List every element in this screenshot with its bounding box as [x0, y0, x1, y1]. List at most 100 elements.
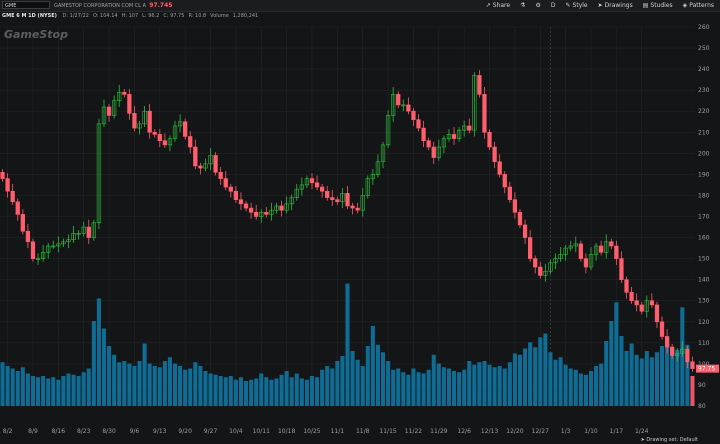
volume-bar — [335, 361, 340, 406]
volume-bar — [137, 361, 142, 406]
chart-app: GME GAMESTOP CORPORATION COM CL A 97.745… — [0, 0, 720, 444]
infobar-item: C: 97.75 — [163, 13, 185, 19]
volume-bar — [421, 373, 426, 406]
infobar-item: L: 96.2 — [142, 13, 160, 19]
y-tick-label: 240 — [698, 66, 710, 73]
candle — [670, 346, 675, 356]
volume-bar — [558, 357, 563, 406]
volume-bar — [152, 366, 157, 406]
volume-bar — [132, 366, 137, 406]
volume-bar — [36, 377, 41, 406]
infobar-item: 1,280,241 — [232, 13, 259, 19]
x-tick-label: 9/20 — [178, 428, 192, 435]
x-tick-label: 12/6 — [457, 428, 471, 435]
candle — [538, 266, 543, 276]
candle — [325, 190, 330, 198]
chart-infobar: GME 6 M 1D (NYSE) D: 1/27/22 O: 104.14 H: … — [0, 12, 720, 21]
volume-bar — [507, 362, 512, 406]
volume-bar — [188, 368, 193, 406]
volume-bar — [553, 359, 558, 406]
infobar-item: O: 104.14 — [92, 13, 118, 19]
x-tick-label: 11/22 — [405, 428, 422, 435]
candle — [243, 203, 249, 209]
volume-bar — [46, 378, 51, 406]
share-button[interactable]: ↗ Share — [482, 0, 514, 11]
volume-bar — [659, 346, 665, 406]
volume-bar — [284, 371, 289, 406]
volume-bar — [91, 321, 96, 406]
candle — [198, 165, 203, 169]
drawing-set-status[interactable]: ➤ Drawing set: Default — [641, 437, 698, 443]
candle — [238, 199, 244, 205]
volume-bar — [563, 364, 568, 406]
volume-bar — [259, 373, 264, 406]
x-tick-label: 12/27 — [532, 428, 549, 435]
chart-svg[interactable]: 260 250 240 230 220 210 200 190 180 170 160 150 140 1… — [0, 21, 720, 444]
y-tick-label: 130 — [698, 298, 710, 305]
volume-bar — [208, 373, 213, 406]
volume-bar — [61, 376, 66, 406]
candle — [624, 279, 629, 293]
candle — [254, 211, 259, 217]
candle — [685, 348, 690, 363]
x-tick-label: 9/6 — [130, 428, 140, 435]
volume-bar — [360, 366, 365, 406]
studies-button[interactable]: ▤ Studies — [639, 0, 677, 11]
volume-bar — [380, 352, 386, 406]
candle — [609, 241, 614, 247]
volume-bar — [523, 348, 528, 406]
volume-bar — [649, 357, 654, 406]
flask-icon: ⚗ — [520, 2, 526, 9]
button-label: Patterns — [689, 2, 714, 9]
candle — [152, 131, 157, 135]
volume-bar — [624, 351, 629, 406]
drawings-button[interactable]: ➤ Drawings — [594, 0, 637, 11]
candle — [127, 94, 132, 114]
volume-bar — [254, 378, 259, 406]
volume-bar — [416, 372, 421, 406]
style-button[interactable]: ✎ Style — [562, 0, 592, 11]
volume-bar — [218, 376, 223, 406]
volume-bar — [274, 378, 279, 406]
button-label: D — [550, 2, 556, 9]
d-button[interactable]: D — [547, 0, 560, 11]
volume-bar — [512, 353, 517, 406]
volume-bar — [107, 346, 112, 406]
candle — [659, 321, 665, 337]
volume-bar — [401, 372, 406, 406]
volume-bar — [355, 359, 360, 406]
candle — [599, 245, 604, 253]
volume-bar — [233, 379, 238, 406]
flask-button[interactable]: ⚗ — [516, 0, 529, 11]
volume-bar — [25, 373, 30, 406]
candle — [0, 171, 5, 179]
candle — [30, 241, 36, 259]
volume-bar — [431, 354, 436, 406]
gear-button[interactable]: ⚙ — [531, 0, 544, 11]
volume-bar — [583, 374, 588, 406]
infobar-item: R: 10.8 — [188, 13, 207, 19]
status-text: Drawing set: Default — [646, 437, 698, 443]
candle — [25, 230, 31, 243]
candle — [188, 136, 193, 148]
patterns-button[interactable]: ◈ Patterns — [679, 0, 718, 11]
volume-bar — [639, 358, 644, 406]
volume-bar — [391, 369, 396, 406]
volume-bar — [264, 377, 269, 406]
y-tick-label: 260 — [698, 24, 710, 31]
volume-bar — [568, 368, 573, 406]
y-tick-label: 200 — [698, 150, 710, 157]
volume-bar — [56, 379, 61, 406]
cursor-icon: ➤ — [640, 437, 645, 443]
volume-bar — [76, 376, 81, 406]
volume-bar — [157, 367, 162, 406]
symbol-input[interactable]: GME — [2, 1, 50, 9]
candle — [654, 304, 660, 323]
x-tick-label: 10/4 — [229, 428, 243, 435]
y-tick-label: 220 — [698, 108, 710, 115]
share-icon: ↗ — [485, 2, 491, 9]
candle — [492, 146, 497, 163]
candle — [5, 178, 10, 192]
price-chart[interactable]: 260 250 240 230 220 210 200 190 180 170 160 150 140 1… — [0, 21, 720, 444]
candle — [502, 174, 507, 188]
